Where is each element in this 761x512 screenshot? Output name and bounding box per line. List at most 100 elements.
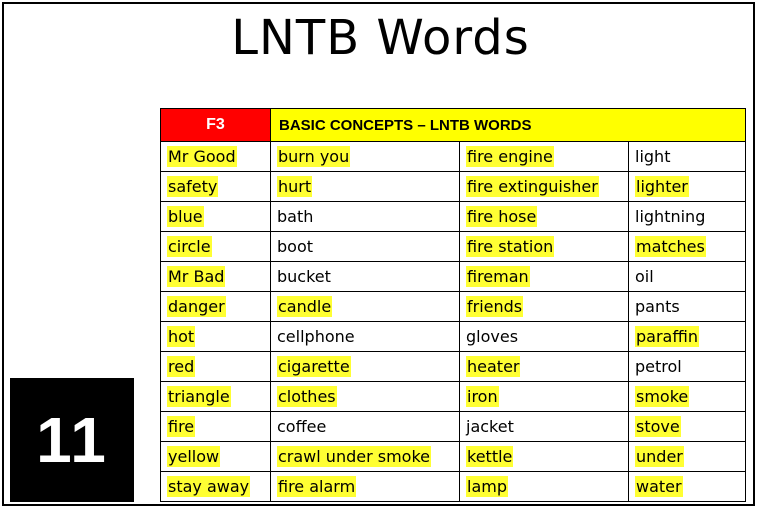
word: petrol xyxy=(635,357,682,376)
word-cell: lamp xyxy=(459,471,629,502)
word-cell: fire xyxy=(160,411,271,442)
word: lightning xyxy=(635,207,706,226)
word-cell: pants xyxy=(628,291,746,322)
word: bath xyxy=(277,207,314,226)
table-row: red cigarette heater petrol xyxy=(160,351,746,382)
word-cell: yellow xyxy=(160,441,271,472)
word-cell: water xyxy=(628,471,746,502)
highlighted-word: fire station xyxy=(466,236,555,257)
highlighted-word: danger xyxy=(167,296,226,317)
word-cell: friends xyxy=(459,291,629,322)
word-cell: blue xyxy=(160,201,271,232)
word-cell: fire extinguisher xyxy=(459,171,629,202)
highlighted-word: fire extinguisher xyxy=(466,176,599,197)
word-cell: candle xyxy=(270,291,460,322)
word-cell: lightning xyxy=(628,201,746,232)
highlighted-word: circle xyxy=(167,236,212,257)
table-row: Mr Good burn you fire engine light xyxy=(160,141,746,172)
page-number-badge: 11 xyxy=(10,378,134,502)
highlighted-word: fire alarm xyxy=(277,476,357,497)
word-cell: triangle xyxy=(160,381,271,412)
word-cell: fire engine xyxy=(459,141,629,172)
word-cell: Mr Bad xyxy=(160,261,271,292)
table-row: yellow crawl under smoke kettle under xyxy=(160,441,746,472)
highlighted-word: fire hose xyxy=(466,206,538,227)
word: coffee xyxy=(277,417,327,436)
word-cell: petrol xyxy=(628,351,746,382)
highlighted-word: clothes xyxy=(277,386,337,407)
table-row: danger candle friends pants xyxy=(160,291,746,322)
word-cell: fire hose xyxy=(459,201,629,232)
highlighted-word: lighter xyxy=(635,176,689,197)
highlighted-word: under xyxy=(635,446,684,467)
table-code: F3 xyxy=(160,108,271,142)
word-cell: smoke xyxy=(628,381,746,412)
highlighted-word: stay away xyxy=(167,476,251,497)
word-cell: red xyxy=(160,351,271,382)
highlighted-word: iron xyxy=(466,386,499,407)
table-row: Mr Bad bucket fireman oil xyxy=(160,261,746,292)
highlighted-word: yellow xyxy=(167,446,221,467)
table-header-row: F3 BASIC CONCEPTS – LNTB WORDS xyxy=(160,108,746,142)
word-cell: clothes xyxy=(270,381,460,412)
highlighted-word: lamp xyxy=(466,476,508,497)
highlighted-word: friends xyxy=(466,296,524,317)
word-cell: light xyxy=(628,141,746,172)
word-cell: matches xyxy=(628,231,746,262)
word-cell: hot xyxy=(160,321,271,352)
word-cell: bath xyxy=(270,201,460,232)
word-cell: burn you xyxy=(270,141,460,172)
word-cell: crawl under smoke xyxy=(270,441,460,472)
word-cell: oil xyxy=(628,261,746,292)
table-row: blue bath fire hose lightning xyxy=(160,201,746,232)
highlighted-word: hot xyxy=(167,326,196,347)
highlighted-word: Mr Bad xyxy=(167,266,226,287)
highlighted-word: fireman xyxy=(466,266,530,287)
word-cell: kettle xyxy=(459,441,629,472)
table-heading: BASIC CONCEPTS – LNTB WORDS xyxy=(270,108,746,142)
word-cell: stove xyxy=(628,411,746,442)
highlighted-word: kettle xyxy=(466,446,514,467)
word-cell: jacket xyxy=(459,411,629,442)
highlighted-word: water xyxy=(635,476,683,497)
word: bucket xyxy=(277,267,331,286)
word-cell: iron xyxy=(459,381,629,412)
highlighted-word: crawl under smoke xyxy=(277,446,431,467)
word: pants xyxy=(635,297,680,316)
word: light xyxy=(635,147,671,166)
word-cell: safety xyxy=(160,171,271,202)
word-cell: cellphone xyxy=(270,321,460,352)
highlighted-word: smoke xyxy=(635,386,690,407)
table-row: fire coffee jacket stove xyxy=(160,411,746,442)
highlighted-word: burn you xyxy=(277,146,351,167)
highlighted-word: heater xyxy=(466,356,521,377)
table-row: hot cellphone gloves paraffin xyxy=(160,321,746,352)
highlighted-word: fire engine xyxy=(466,146,554,167)
word-cell: stay away xyxy=(160,471,271,502)
highlighted-word: blue xyxy=(167,206,204,227)
word-cell: heater xyxy=(459,351,629,382)
word-cell: under xyxy=(628,441,746,472)
word-cell: cigarette xyxy=(270,351,460,382)
highlighted-word: Mr Good xyxy=(167,146,237,167)
word-cell: boot xyxy=(270,231,460,262)
highlighted-word: matches xyxy=(635,236,706,257)
word: boot xyxy=(277,237,314,256)
word: oil xyxy=(635,267,654,286)
word: gloves xyxy=(466,327,519,346)
highlighted-word: safety xyxy=(167,176,219,197)
highlighted-word: cigarette xyxy=(277,356,351,377)
highlighted-word: candle xyxy=(277,296,333,317)
word-cell: lighter xyxy=(628,171,746,202)
page-title: LNTB Words xyxy=(231,10,530,66)
highlighted-word: red xyxy=(167,356,196,377)
highlighted-word: fire xyxy=(167,416,196,437)
word-cell: danger xyxy=(160,291,271,322)
word-cell: fire alarm xyxy=(270,471,460,502)
table-row: safety hurt fire extinguisher lighter xyxy=(160,171,746,202)
word: cellphone xyxy=(277,327,355,346)
highlighted-word: paraffin xyxy=(635,326,699,347)
word-cell: Mr Good xyxy=(160,141,271,172)
highlighted-word: hurt xyxy=(277,176,313,197)
word: jacket xyxy=(466,417,514,436)
